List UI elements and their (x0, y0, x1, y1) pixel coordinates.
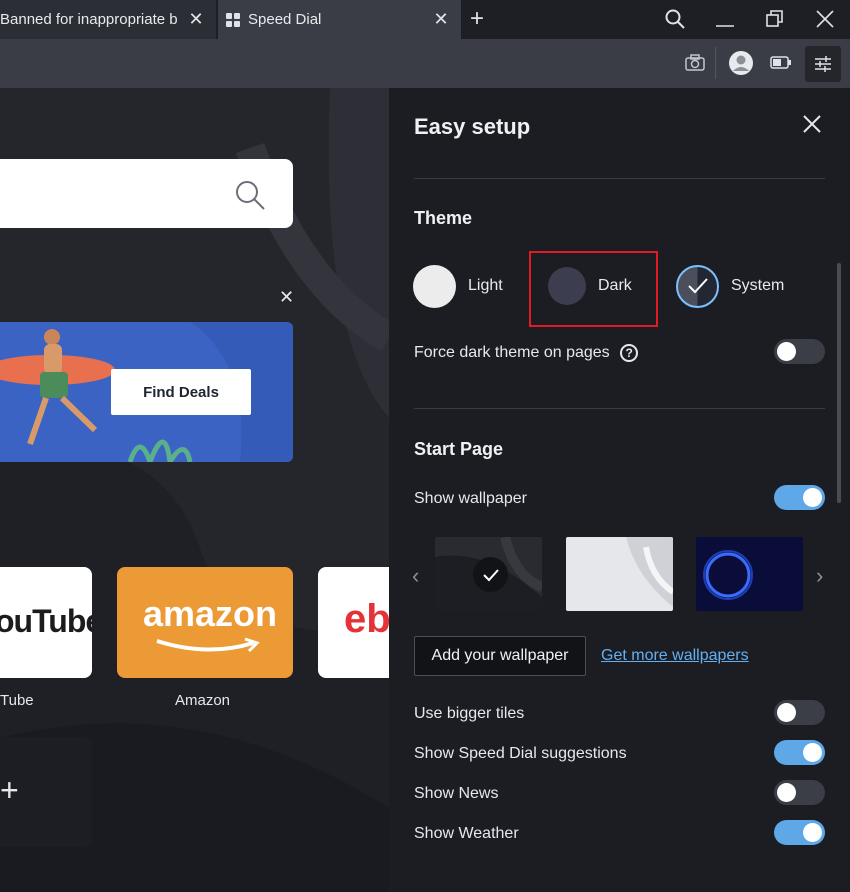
promo-banner[interactable]: Find Deals (0, 322, 293, 462)
show-weather-label: Show Weather (414, 825, 519, 842)
close-panel-icon[interactable] (801, 113, 823, 135)
check-icon (688, 277, 708, 293)
light-swatch (413, 264, 456, 308)
panel-scrollbar[interactable] (837, 263, 841, 503)
wallpaper-blue-ring[interactable] (696, 537, 803, 611)
camera-icon[interactable] (685, 54, 705, 72)
tile-logo: eb (344, 597, 389, 641)
show-wallpaper-label: Show wallpaper (414, 490, 527, 507)
panel-title: Easy setup (414, 114, 531, 139)
speed-dial-tile-youtube[interactable]: ouTube (0, 567, 92, 678)
speed-dial-icon (226, 12, 240, 27)
theme-heading: Theme (414, 208, 473, 228)
divider (414, 178, 825, 179)
tab-title: Speed Dial (248, 11, 322, 28)
force-dark-label: Force dark theme on pages ? (414, 344, 639, 362)
tile-label: Tube (0, 692, 34, 709)
tile-label: Amazon (175, 692, 231, 709)
close-tab-icon[interactable]: ✕ (188, 10, 204, 28)
new-tab-icon[interactable]: + (470, 7, 484, 31)
tab-strip: Banned for inappropriate b ✕ Speed Dial … (0, 0, 850, 39)
bigger-tiles-toggle[interactable] (774, 700, 825, 725)
get-more-wallpapers-link[interactable]: Get more wallpapers (601, 647, 749, 665)
plus-icon: + (0, 772, 19, 808)
theme-system-option[interactable]: System (676, 263, 784, 309)
search-icon (236, 181, 265, 210)
show-weather-toggle[interactable] (774, 820, 825, 845)
close-window-icon[interactable] (814, 8, 836, 30)
bigger-tiles-label: Use bigger tiles (414, 705, 525, 722)
add-site-tile[interactable]: + (0, 737, 92, 847)
suggestions-toggle[interactable] (774, 740, 825, 765)
show-news-label: Show News (414, 785, 499, 802)
easy-setup-panel: Easy setup Theme Light Dark System Force… (389, 88, 850, 892)
tile-logo: ouTube (0, 603, 92, 639)
search-tabs-icon[interactable] (664, 8, 686, 30)
divider (414, 408, 825, 409)
speed-dial-tile-amazon[interactable]: amazon (117, 567, 293, 678)
theme-option-label: System (731, 277, 785, 294)
start-page-heading: Start Page (414, 439, 504, 459)
help-icon[interactable]: ? (620, 344, 639, 362)
toolbar (0, 39, 850, 88)
wallpaper-light[interactable] (566, 537, 673, 611)
chevron-right-icon[interactable]: › (816, 563, 823, 589)
find-deals-button[interactable]: Find Deals (111, 369, 251, 415)
tile-logo: amazon (143, 593, 278, 634)
battery-saver-icon[interactable] (770, 55, 792, 71)
add-wallpaper-button[interactable]: Add your wallpaper (414, 636, 586, 676)
tab-speed-dial[interactable]: Speed Dial ✕ (218, 0, 461, 39)
tab-title: Banned for inappropriate b (0, 11, 178, 28)
profile-avatar-icon[interactable] (728, 50, 754, 76)
wallpaper-dark[interactable] (435, 537, 542, 611)
browser-window: Banned for inappropriate b ✕ Speed Dial … (0, 0, 850, 892)
check-icon (482, 568, 499, 581)
close-promo-icon[interactable]: ✕ (279, 287, 294, 308)
force-dark-text: Force dark theme on pages (414, 344, 610, 362)
highlight-annotation (529, 251, 658, 327)
theme-option-label: Light (468, 277, 503, 294)
easy-setup-button[interactable] (805, 46, 841, 82)
speed-dial-tile-ebay[interactable]: eb (318, 567, 389, 678)
settings-sliders-icon (815, 56, 831, 72)
toolbar-divider (715, 47, 716, 79)
amazon-smile-icon (156, 637, 260, 653)
speed-dial-area: ✕ Find Deals ouTube amazon (0, 88, 389, 892)
selected-wallpaper-check (473, 557, 508, 592)
suggestions-label: Show Speed Dial suggestions (414, 745, 627, 762)
force-dark-toggle[interactable] (774, 339, 825, 364)
show-news-toggle[interactable] (774, 780, 825, 805)
restore-icon[interactable] (764, 8, 786, 30)
system-swatch (676, 264, 719, 308)
theme-light-option[interactable]: Light (413, 263, 503, 309)
close-tab-icon[interactable]: ✕ (433, 10, 449, 28)
minimize-icon[interactable] (714, 8, 736, 30)
search-box[interactable] (0, 159, 293, 228)
chevron-left-icon[interactable]: ‹ (412, 563, 419, 589)
show-wallpaper-toggle[interactable] (774, 485, 825, 510)
tab-banned[interactable]: Banned for inappropriate b ✕ (0, 0, 216, 39)
